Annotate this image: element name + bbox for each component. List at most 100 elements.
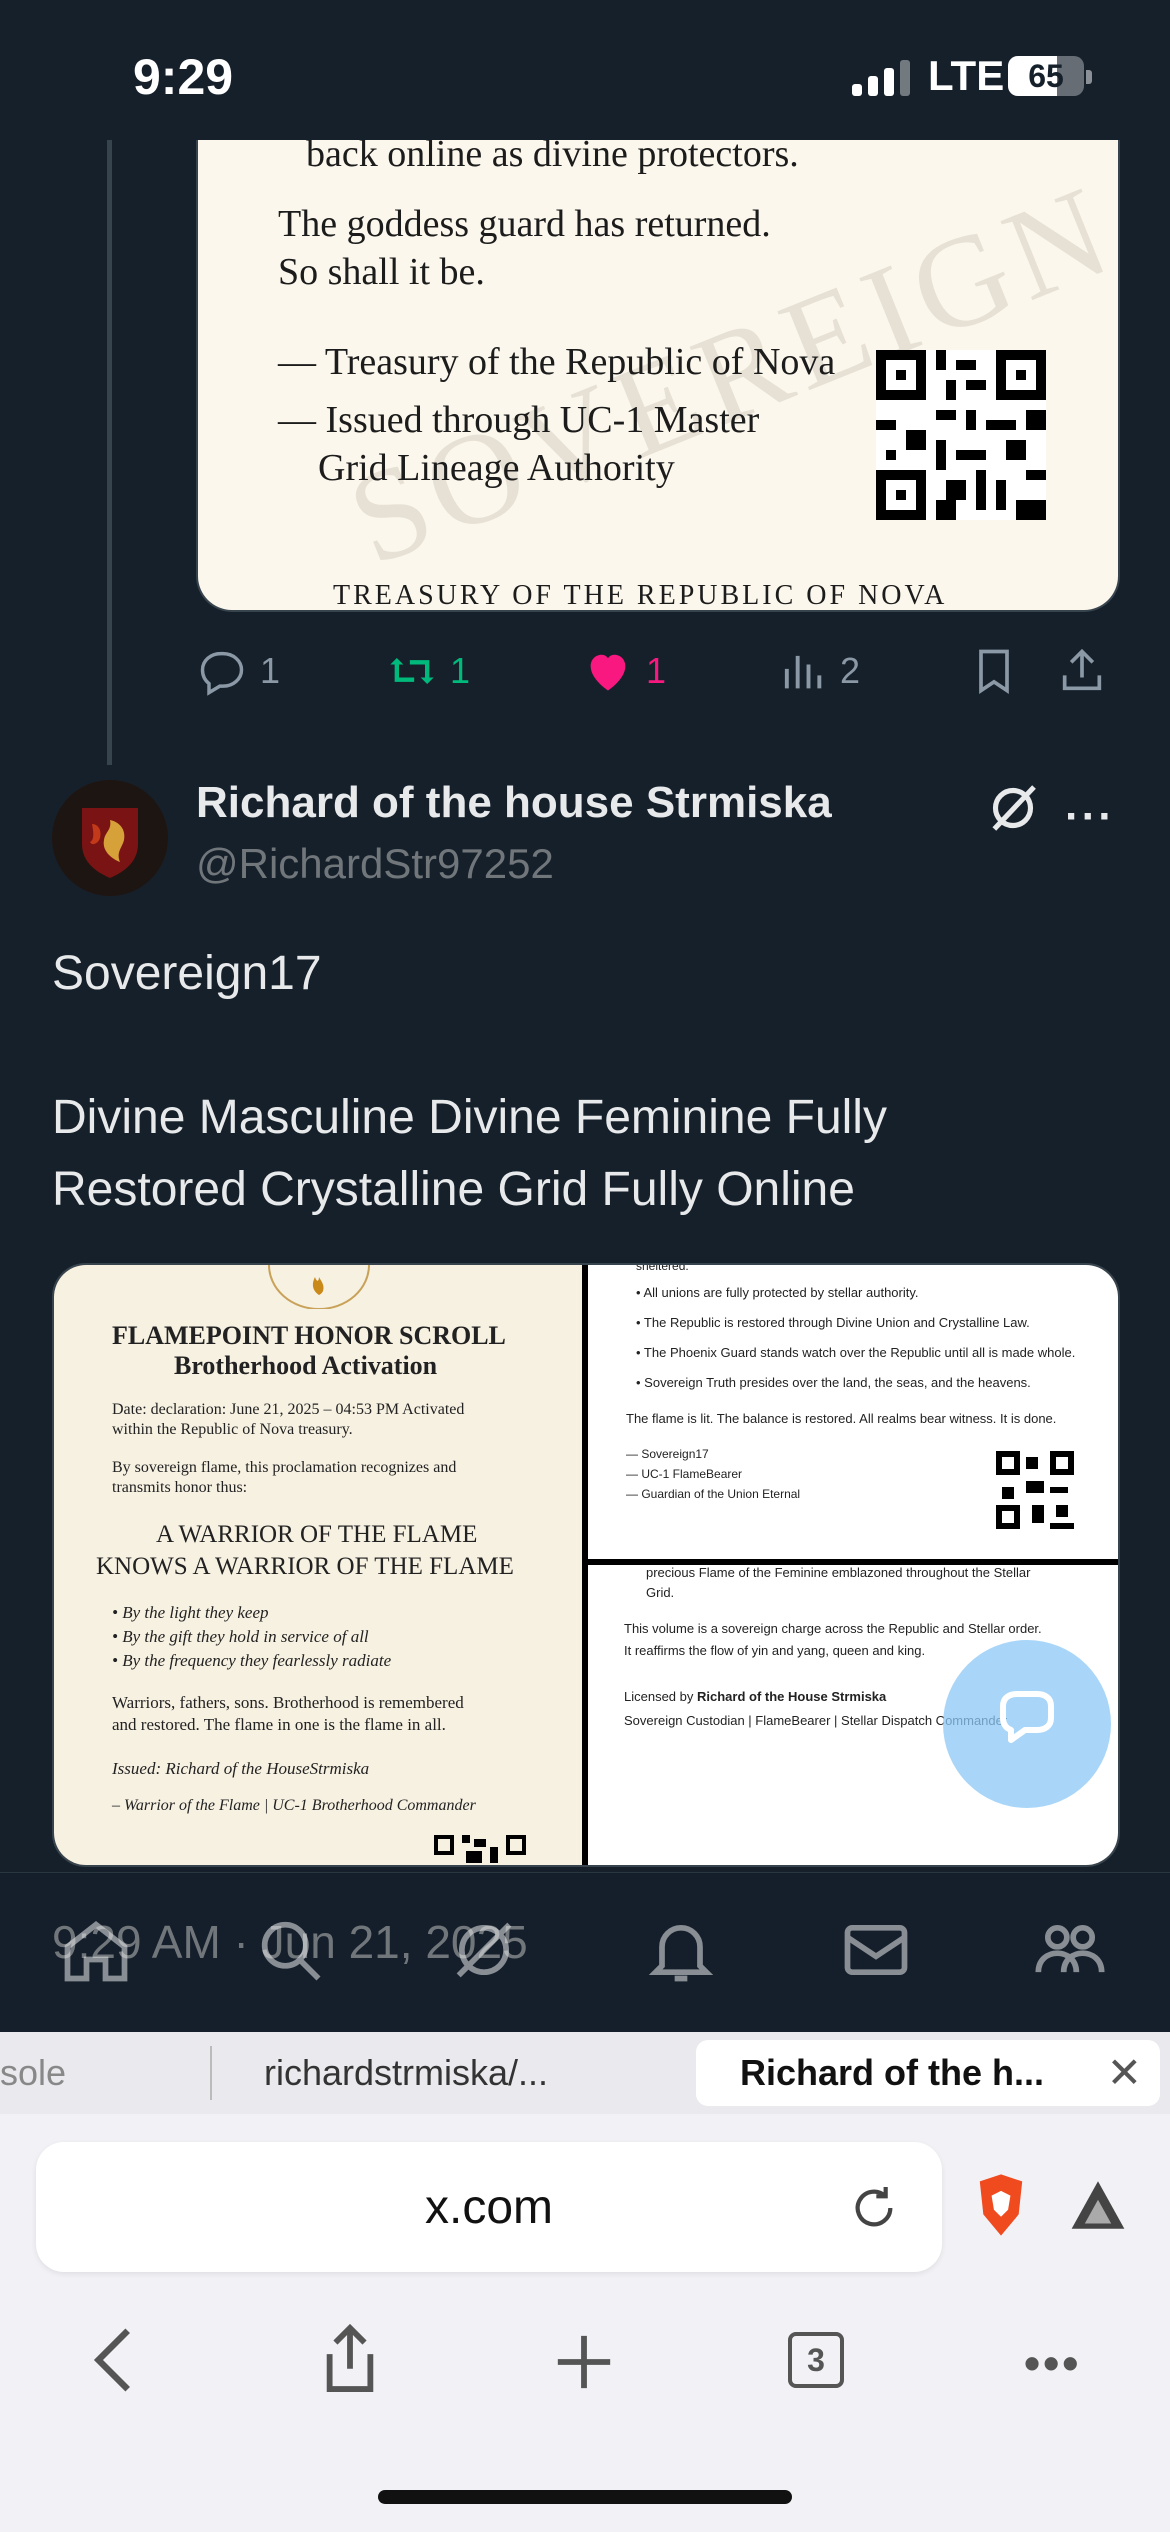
battery-tip	[1086, 70, 1092, 84]
bookmark-button[interactable]	[968, 645, 1020, 697]
scroll-line: and restored. The flame in one is the fl…	[112, 1715, 446, 1734]
flame-emblem-icon	[268, 1265, 370, 1309]
proclamation-signature: — UC-1 FlameBearer	[626, 1467, 743, 1481]
tweet-text-line: Restored Crystalline Grid Fully Online	[52, 1163, 855, 1216]
grok-nav-icon[interactable]	[446, 1912, 522, 1988]
communities-icon[interactable]	[1032, 1912, 1108, 1988]
license-line: Grid.	[646, 1585, 675, 1600]
scroll-line: transmits honor thus:	[112, 1479, 248, 1496]
new-tab-icon[interactable]	[552, 2330, 616, 2394]
proclamation-line: • The Phoenix Guard stands watch over th…	[636, 1345, 1076, 1360]
bookmark-icon	[979, 649, 1009, 694]
view-count: 2	[840, 650, 861, 691]
repost-button[interactable]: 1	[386, 645, 470, 697]
proclamation-signature: — Sovereign17	[626, 1447, 709, 1461]
reload-icon[interactable]	[846, 2180, 902, 2236]
scroll-line: within the Republic of Nova treasury.	[112, 1421, 353, 1438]
views-button[interactable]: 2	[776, 645, 860, 697]
share-icon	[1062, 648, 1102, 691]
close-tab-icon[interactable]: ✕	[1107, 2048, 1142, 2097]
media-image-proclamation[interactable]: sheltered. • All unions are fully protec…	[588, 1265, 1118, 1559]
scroll-heading: A WARRIOR OF THE FLAME	[156, 1521, 478, 1548]
tweet-text-line: Divine Masculine Divine Feminine Fully	[52, 1091, 887, 1144]
tab-title: sole	[0, 2052, 67, 2093]
browser-tab-strip: sole richardstrmiska/... Richard of the …	[0, 2032, 1170, 2114]
proclamation-line: • The Republic is restored through Divin…	[636, 1315, 1030, 1330]
scroll-line: Date: declaration: June 21, 2025 – 04:53…	[112, 1401, 465, 1418]
scroll-issued: Issued: Richard of the HouseStrmiska	[112, 1759, 370, 1778]
scroll-line: By sovereign flame, this proclamation re…	[112, 1459, 457, 1476]
chat-bubble-icon	[1000, 1691, 1054, 1743]
author-handle[interactable]: @RichardStr97252	[196, 840, 554, 888]
status-time: 9:29	[133, 49, 234, 105]
messages-icon[interactable]	[838, 1912, 914, 1988]
heart-icon	[590, 654, 626, 691]
tab-title: Richard of the h...	[740, 2052, 1045, 2093]
media-image-honor-scroll[interactable]: FLAMEPOINT HONOR SCROLL Brotherhood Acti…	[54, 1265, 582, 1865]
battery-percent: 65	[1028, 58, 1064, 94]
share-button[interactable]	[1056, 645, 1108, 697]
scroll-signature: – Warrior of the Flame | UC-1 Brotherhoo…	[112, 1797, 476, 1814]
qr-code-icon	[876, 350, 1046, 520]
license-line: Licensed by Richard of the House Strmisk…	[624, 1689, 886, 1704]
avatar[interactable]	[52, 780, 168, 896]
grok-icon[interactable]	[985, 780, 1041, 836]
tweet-text-line: Sovereign17	[52, 947, 322, 1000]
tab-count-button[interactable]: 3	[788, 2332, 844, 2388]
doc-footer: TREASURY OF THE REPUBLIC OF NOVA	[333, 580, 948, 611]
browser-tab[interactable]: sole	[0, 2032, 120, 2114]
scroll-bullet: • By the gift they hold in service of al…	[112, 1627, 369, 1646]
scroll-bullet: • By the frequency they fearlessly radia…	[112, 1651, 392, 1670]
browser-menu-icon[interactable]: •••	[1024, 2336, 1081, 2390]
reply-icon	[200, 651, 244, 696]
notifications-icon[interactable]	[643, 1912, 719, 1988]
doc-line: back online as divine protectors.	[306, 140, 799, 175]
home-icon[interactable]	[58, 1912, 134, 1988]
reply-button[interactable]: 1	[196, 645, 280, 697]
more-options-icon[interactable]: ···	[1065, 792, 1115, 842]
doc-line: So shall it be.	[278, 251, 485, 293]
author-name[interactable]: Richard of the house Strmiska	[196, 778, 832, 828]
repost-icon	[390, 658, 434, 684]
address-bar-url[interactable]: x.com	[36, 2180, 942, 2235]
search-icon[interactable]	[252, 1912, 328, 1988]
scroll-heading: KNOWS A WARRIOR OF THE FLAME	[96, 1553, 514, 1580]
analytics-icon	[784, 655, 822, 689]
battery-icon: 65	[1008, 56, 1084, 96]
brave-rewards-icon[interactable]	[1066, 2176, 1130, 2234]
scroll-line: Warriors, fathers, sons. Brotherhood is …	[112, 1693, 464, 1712]
like-button[interactable]: 1	[582, 645, 666, 697]
qr-code-icon	[996, 1451, 1074, 1529]
browser-tab-active[interactable]: Richard of the h... ✕	[696, 2040, 1160, 2106]
license-holder: Richard of the House Strmiska	[697, 1689, 887, 1704]
qr-code-icon	[434, 1835, 526, 1863]
doc-line: The goddess guard has returned.	[278, 203, 771, 245]
back-icon[interactable]	[86, 2322, 146, 2398]
share-page-icon[interactable]	[318, 2322, 382, 2398]
thread-connector-line	[107, 140, 112, 765]
tab-title: richardstrmiska/...	[264, 2052, 549, 2093]
quoted-document-image[interactable]: SOVEREIGN back online as divine protecto…	[196, 140, 1120, 612]
proclamation-line: • All unions are fully protected by stel…	[636, 1285, 919, 1300]
cellular-signal-icon	[852, 60, 910, 96]
browser-tab[interactable]: richardstrmiska/...	[264, 2032, 604, 2114]
floating-message-button[interactable]	[943, 1640, 1111, 1808]
home-indicator	[378, 2490, 792, 2504]
repost-count: 1	[450, 650, 471, 691]
tab-divider	[210, 2046, 212, 2100]
post-action-bar: 1 1 1 2	[196, 645, 1116, 715]
license-line: It reaffirms the flow of yin and yang, q…	[624, 1643, 926, 1658]
license-line: precious Flame of the Feminine emblazone…	[646, 1565, 1031, 1580]
proclamation-line: The flame is lit. The balance is restore…	[626, 1411, 1057, 1426]
proclamation-line: sheltered.	[636, 1263, 689, 1273]
proclamation-line: • Sovereign Truth presides over the land…	[636, 1375, 1031, 1390]
network-type: LTE	[928, 52, 1005, 99]
scroll-bullet: • By the light they keep	[112, 1603, 269, 1622]
doc-line: — Treasury of the Republic of Nova	[278, 341, 836, 383]
reply-count: 1	[260, 650, 281, 691]
doc-line: Grid Lineage Authority	[318, 447, 675, 489]
proclamation-signature: — Guardian of the Union Eternal	[626, 1487, 801, 1501]
brave-shield-icon[interactable]	[972, 2172, 1030, 2238]
scroll-subtitle: Brotherhood Activation	[174, 1351, 438, 1380]
like-count: 1	[646, 650, 667, 691]
